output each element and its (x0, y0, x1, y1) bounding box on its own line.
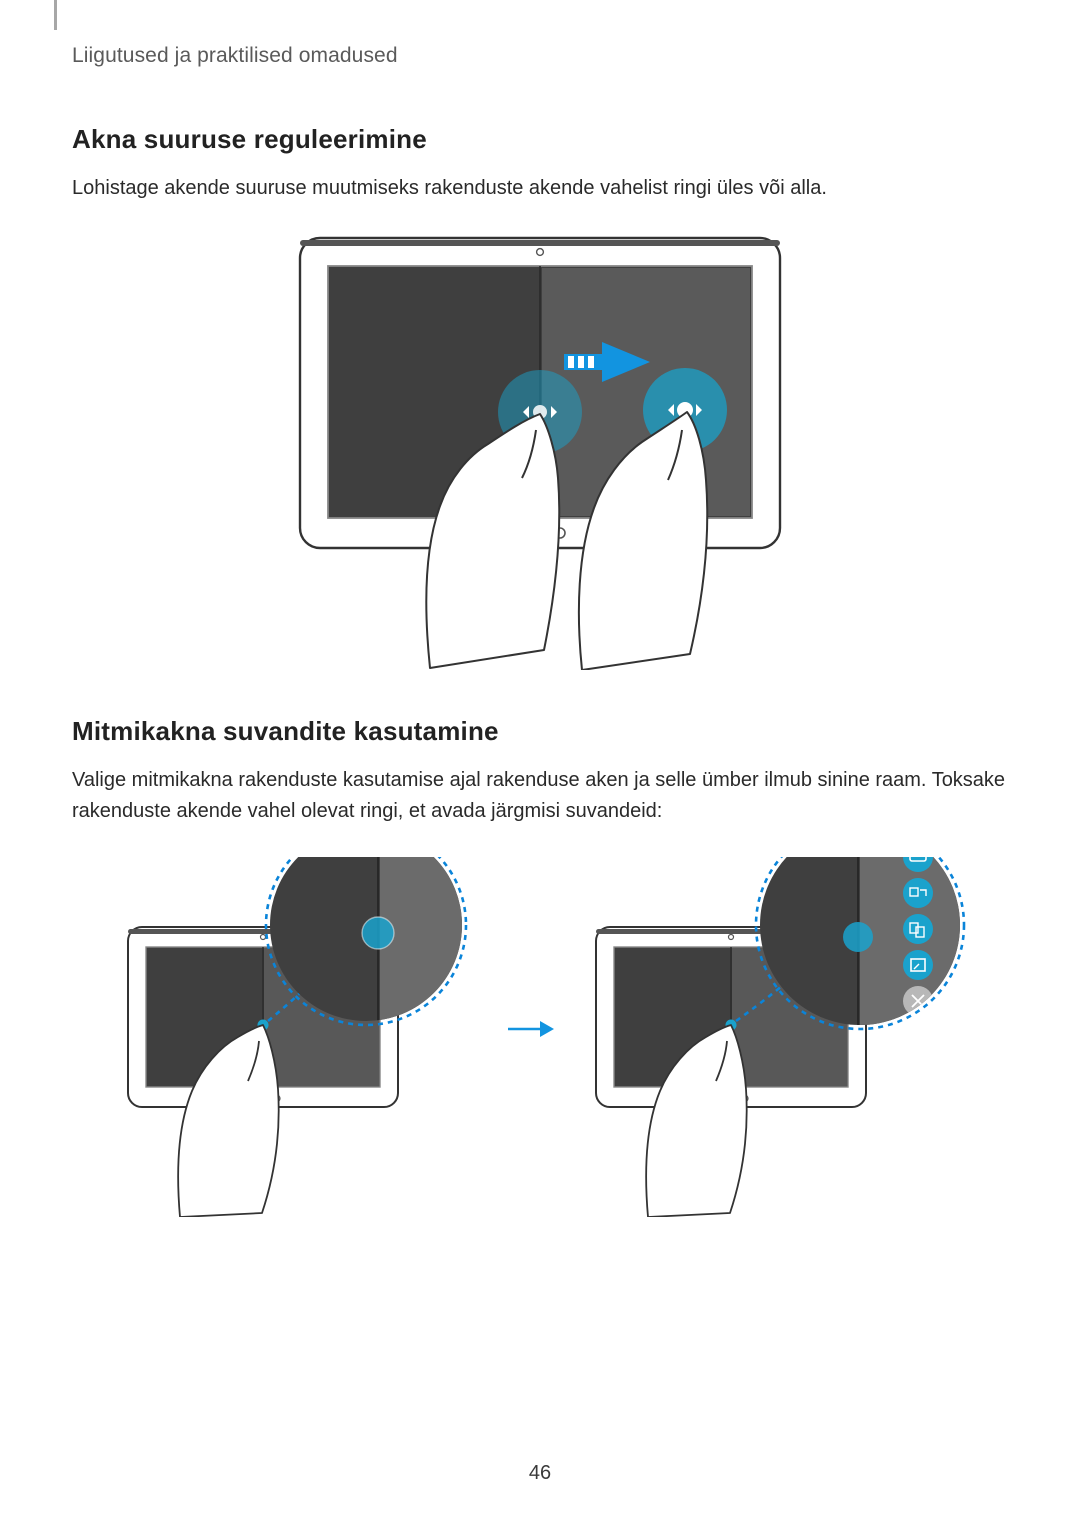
figure-multiwindow-options (72, 857, 1008, 1217)
sequence-arrow-icon (506, 1017, 554, 1041)
section-body-1: Lohistage akende suuruse muutmiseks rake… (72, 173, 1008, 204)
tablet-tap-ring-illustration (96, 857, 496, 1217)
page-side-marker (54, 0, 57, 30)
figure-resize-window (72, 230, 1008, 670)
section-heading-1: Akna suuruse reguleerimine (72, 124, 1008, 155)
running-header: Liigutused ja praktilised omadused (72, 44, 1008, 68)
section-heading-2: Mitmikakna suvandite kasutamine (72, 716, 1008, 747)
page-number: 46 (0, 1462, 1080, 1485)
tablet-options-open-illustration (564, 857, 984, 1217)
section-body-2: Valige mitmikakna rakenduste kasutamise … (72, 765, 1008, 827)
manual-page: Liigutused ja praktilised omadused Akna … (0, 0, 1080, 1527)
tablet-drag-illustration (290, 230, 790, 670)
